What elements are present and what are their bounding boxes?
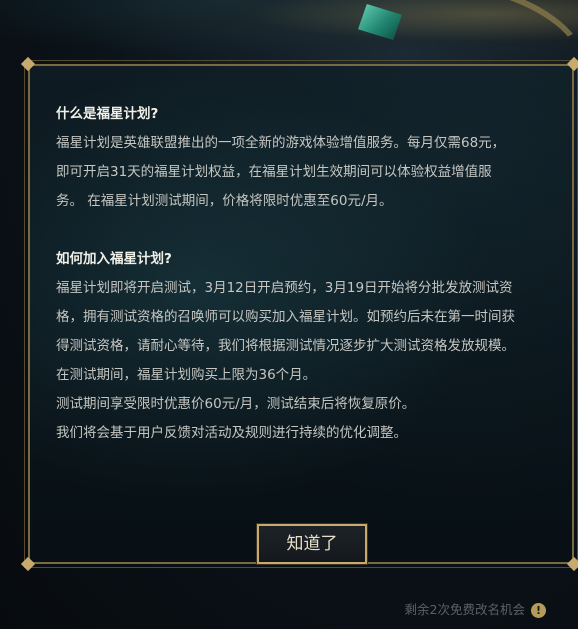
frame-corner-ornament — [566, 556, 578, 572]
section-line: 务。 在福星计划测试期间，价格将限时优惠至60元/月。 — [56, 193, 393, 209]
section-line: 福星计划即将开启测试，3月12日开启预约，3月19日开始将分批发放测试资 — [56, 280, 513, 296]
game-client-background: 什么是福星计划? 福星计划是英雄联盟推出的一项全新的游戏体验增值服务。每月仅需6… — [0, 0, 578, 629]
section-line: 得测试资格，请耐心等待，我们将根据测试情况逐步扩大测试资格发放规模。 — [56, 338, 515, 354]
dialog-content: 什么是福星计划? 福星计划是英雄联盟推出的一项全新的游戏体验增值服务。每月仅需6… — [56, 100, 562, 448]
info-dialog: 什么是福星计划? 福星计划是英雄联盟推出的一项全新的游戏体验增值服务。每月仅需6… — [20, 56, 578, 572]
section-line: 福星计划是英雄联盟推出的一项全新的游戏体验增值服务。每月仅需68元， — [56, 135, 506, 151]
section-heading-how: 如何加入福星计划? — [56, 251, 172, 267]
section-line: 即可开启31天的福星计划权益，在福星计划生效期间可以体验权益增值服 — [56, 164, 492, 180]
info-icon[interactable]: ! — [531, 602, 546, 618]
acknowledge-button[interactable]: 知道了 — [257, 524, 367, 564]
section-line: 测试期间享受限时优惠价60元/月，测试结束后将恢复原价。 — [56, 396, 416, 412]
section-line: 格，拥有测试资格的召唤师可以购买加入福星计划。如预约后未在第一时间获 — [56, 309, 515, 325]
rename-chances-hint: 剩余2次免费改名机会 ! — [405, 600, 546, 620]
rename-chances-text: 剩余2次免费改名机会 — [404, 602, 525, 617]
section-heading-what: 什么是福星计划? — [56, 106, 159, 122]
section-line: 我们将会基于用户反馈对活动及规则进行持续的优化调整。 — [56, 425, 407, 441]
frame-corner-ornament — [20, 556, 36, 572]
section-line: 在测试期间，福星计划购买上限为36个月。 — [56, 367, 317, 383]
